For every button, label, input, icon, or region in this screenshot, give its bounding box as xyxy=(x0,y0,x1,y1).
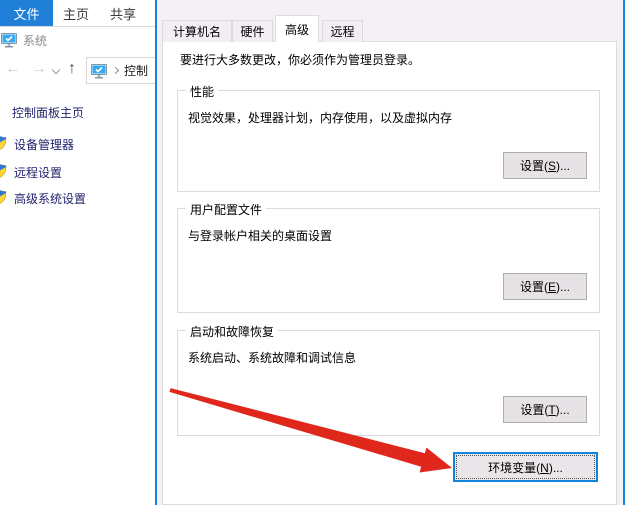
ribbon-tab-file[interactable]: 文件 xyxy=(0,0,53,26)
group-title: 性能 xyxy=(186,83,218,100)
group-description: 视觉效果，处理器计划，内存使用，以及虚拟内存 xyxy=(188,109,452,126)
explorer-ribbon: 文件 主页 共享 xyxy=(0,0,156,26)
sidebar-item-control-panel-home[interactable]: 控制面板主页 xyxy=(12,104,84,121)
startup-recovery-settings-button[interactable]: 设置(T)... xyxy=(503,396,587,423)
ribbon-tab-share[interactable]: 共享 xyxy=(99,0,147,26)
user-profiles-settings-button[interactable]: 设置(E)... xyxy=(503,273,587,300)
group-title: 启动和故障恢复 xyxy=(186,323,278,340)
sidebar-item-label: 远程设置 xyxy=(14,166,62,180)
tab-computer-name[interactable]: 计算机名 xyxy=(162,20,232,42)
group-performance: 性能 视觉效果，处理器计划，内存使用，以及虚拟内存 设置(S)... xyxy=(177,90,600,192)
sidebar-item-label: 高级系统设置 xyxy=(14,192,86,206)
ribbon-tab-home[interactable]: 主页 xyxy=(53,0,99,26)
uac-shield-icon xyxy=(0,189,7,208)
group-description: 与登录帐户相关的桌面设置 xyxy=(188,227,332,244)
sidebar-item-label: 设备管理器 xyxy=(14,138,74,152)
tab-remote[interactable]: 远程 xyxy=(322,20,363,42)
system-icon xyxy=(1,32,17,48)
history-chevron-icon[interactable] xyxy=(52,66,60,74)
uac-shield-icon xyxy=(0,135,7,154)
uac-shield-icon xyxy=(0,163,7,182)
sidebar-item-remote-settings[interactable]: 远程设置 xyxy=(14,164,62,181)
window-border xyxy=(0,26,156,27)
group-user-profiles: 用户配置文件 与登录帐户相关的桌面设置 设置(E)... xyxy=(177,208,600,313)
breadcrumb[interactable]: 控制 xyxy=(124,62,148,79)
forward-icon[interactable]: → xyxy=(31,59,47,79)
environment-variables-button[interactable]: 环境变量(N)... xyxy=(453,452,598,482)
group-startup-recovery: 启动和故障恢复 系统启动、系统故障和调试信息 设置(T)... xyxy=(177,330,600,436)
system-properties-dialog: 计算机名 硬件 高级 远程 要进行大多数更改，你必须作为管理员登录。 性能 视觉… xyxy=(155,0,625,505)
admin-note: 要进行大多数更改，你必须作为管理员登录。 xyxy=(180,51,420,68)
control-panel-titlebar: 系统 xyxy=(0,30,47,50)
group-description: 系统启动、系统故障和调试信息 xyxy=(188,349,356,366)
tab-advanced[interactable]: 高级 xyxy=(275,15,319,42)
window-title: 系统 xyxy=(23,32,47,49)
back-icon[interactable]: ← xyxy=(5,59,21,79)
address-bar[interactable]: 控制 xyxy=(86,57,161,84)
up-icon[interactable]: ↑ xyxy=(68,59,76,79)
navigation-bar: ← → ↑ 控制 xyxy=(0,54,156,86)
sidebar-item-device-manager[interactable]: 设备管理器 xyxy=(14,136,74,153)
system-icon xyxy=(91,63,107,79)
performance-settings-button[interactable]: 设置(S)... xyxy=(503,152,587,179)
sidebar-item-advanced-system-settings[interactable]: 高级系统设置 xyxy=(14,190,86,207)
group-title: 用户配置文件 xyxy=(186,201,266,218)
breadcrumb-chevron-icon xyxy=(112,67,119,74)
tab-hardware[interactable]: 硬件 xyxy=(232,20,273,42)
